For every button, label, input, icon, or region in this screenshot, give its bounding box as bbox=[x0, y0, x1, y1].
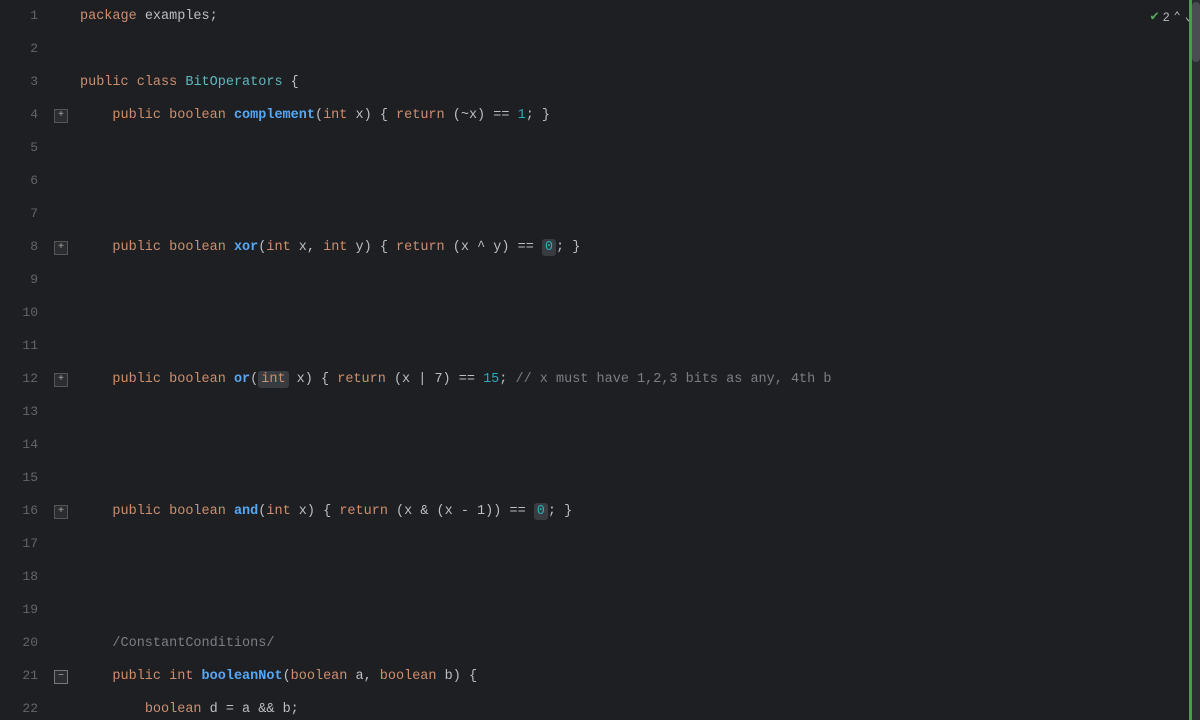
line-content: public boolean or(int x) { return (x | 7… bbox=[72, 363, 1172, 396]
line-number: 4 bbox=[0, 99, 50, 132]
line-number: 6 bbox=[0, 165, 50, 198]
line-number: 8 bbox=[0, 231, 50, 264]
line-number: 16 bbox=[0, 495, 50, 528]
line-content bbox=[72, 33, 1200, 66]
line-content bbox=[72, 594, 1200, 627]
line-content bbox=[72, 297, 1200, 330]
line-content bbox=[72, 330, 1200, 363]
fold-gutter bbox=[50, 528, 72, 561]
scrollbar-thumb[interactable] bbox=[1192, 2, 1200, 62]
code-editor: ✔ 2 ⌃ ⌄ 1 package examples; 2 3 public c… bbox=[0, 0, 1200, 720]
table-row: 5 bbox=[0, 132, 1200, 165]
line-content bbox=[72, 528, 1200, 561]
line-number: 5 bbox=[0, 132, 50, 165]
table-row: 22 boolean d = a && b; bbox=[0, 693, 1200, 720]
scrollbar[interactable] bbox=[1192, 0, 1200, 720]
table-row: 14 bbox=[0, 429, 1200, 462]
table-row: 19 bbox=[0, 594, 1200, 627]
line-content bbox=[72, 429, 1200, 462]
fold-gutter bbox=[50, 33, 72, 66]
fold-gutter[interactable]: − bbox=[50, 660, 72, 693]
fold-gutter bbox=[50, 66, 72, 99]
line-content bbox=[72, 165, 1200, 198]
line-number: 12 bbox=[0, 363, 50, 396]
table-row: 2 bbox=[0, 33, 1200, 66]
fold-gutter bbox=[50, 132, 72, 165]
line-content bbox=[72, 396, 1200, 429]
line-content bbox=[72, 264, 1200, 297]
fold-gutter[interactable]: + bbox=[50, 495, 72, 528]
fold-button[interactable]: + bbox=[54, 109, 68, 123]
table-row: 11 bbox=[0, 330, 1200, 363]
fold-gutter bbox=[50, 165, 72, 198]
line-number: 17 bbox=[0, 528, 50, 561]
line-content: /ConstantConditions/ bbox=[72, 627, 1200, 660]
line-number: 21 bbox=[0, 660, 50, 693]
table-row: 4 + public boolean complement(int x) { r… bbox=[0, 99, 1200, 132]
line-number: 18 bbox=[0, 561, 50, 594]
table-row: 20 /ConstantConditions/ bbox=[0, 627, 1200, 660]
line-content: boolean d = a && b; bbox=[72, 693, 1200, 720]
line-content: public boolean xor(int x, int y) { retur… bbox=[72, 231, 1200, 264]
line-number: 2 bbox=[0, 33, 50, 66]
fold-gutter[interactable]: + bbox=[50, 363, 72, 396]
line-content bbox=[72, 132, 1200, 165]
line-number: 10 bbox=[0, 297, 50, 330]
table-row: 9 bbox=[0, 264, 1200, 297]
code-content: 1 package examples; 2 3 public class Bit… bbox=[0, 0, 1200, 720]
fold-gutter bbox=[50, 297, 72, 330]
fold-button[interactable]: − bbox=[54, 670, 68, 684]
fold-gutter bbox=[50, 594, 72, 627]
line-content bbox=[72, 462, 1200, 495]
line-number: 9 bbox=[0, 264, 50, 297]
line-number: 13 bbox=[0, 396, 50, 429]
table-row: 13 bbox=[0, 396, 1200, 429]
line-number: 14 bbox=[0, 429, 50, 462]
fold-button[interactable]: + bbox=[54, 373, 68, 387]
line-content: public int booleanNot(boolean a, boolean… bbox=[72, 660, 1200, 693]
fold-gutter bbox=[50, 462, 72, 495]
line-content: public class BitOperators { bbox=[72, 66, 1200, 99]
line-number: 15 bbox=[0, 462, 50, 495]
fold-gutter bbox=[50, 693, 72, 720]
line-number: 11 bbox=[0, 330, 50, 363]
line-content: package examples; bbox=[72, 0, 1200, 33]
fold-gutter bbox=[50, 561, 72, 594]
line-number: 3 bbox=[0, 66, 50, 99]
table-row: 21 − public int booleanNot(boolean a, bo… bbox=[0, 660, 1200, 693]
table-row: 6 bbox=[0, 165, 1200, 198]
table-row: 1 package examples; bbox=[0, 0, 1200, 33]
table-row: 3 public class BitOperators { bbox=[0, 66, 1200, 99]
table-row: 15 bbox=[0, 462, 1200, 495]
fold-button[interactable]: + bbox=[54, 241, 68, 255]
line-content bbox=[72, 198, 1200, 231]
fold-gutter bbox=[50, 330, 72, 363]
table-row: 10 bbox=[0, 297, 1200, 330]
line-content bbox=[72, 561, 1200, 594]
line-number: 19 bbox=[0, 594, 50, 627]
fold-gutter[interactable]: + bbox=[50, 231, 72, 264]
fold-gutter bbox=[50, 264, 72, 297]
table-row: 16 + public boolean and(int x) { return … bbox=[0, 495, 1200, 528]
fold-gutter bbox=[50, 198, 72, 231]
line-number: 1 bbox=[0, 0, 50, 33]
table-row: 17 bbox=[0, 528, 1200, 561]
fold-button[interactable]: + bbox=[54, 505, 68, 519]
line-number: 22 bbox=[0, 693, 50, 720]
fold-gutter bbox=[50, 429, 72, 462]
fold-gutter[interactable]: + bbox=[50, 99, 72, 132]
line-content: public boolean complement(int x) { retur… bbox=[72, 99, 1200, 132]
fold-gutter bbox=[50, 0, 72, 33]
table-row: 18 bbox=[0, 561, 1200, 594]
fold-gutter bbox=[50, 627, 72, 660]
table-row: 7 bbox=[0, 198, 1200, 231]
line-number: 7 bbox=[0, 198, 50, 231]
table-row: 12 + public boolean or(int x) { return (… bbox=[0, 363, 1200, 396]
line-content: public boolean and(int x) { return (x & … bbox=[72, 495, 1200, 528]
fold-gutter bbox=[50, 396, 72, 429]
line-number: 20 bbox=[0, 627, 50, 660]
table-row: 8 + public boolean xor(int x, int y) { r… bbox=[0, 231, 1200, 264]
